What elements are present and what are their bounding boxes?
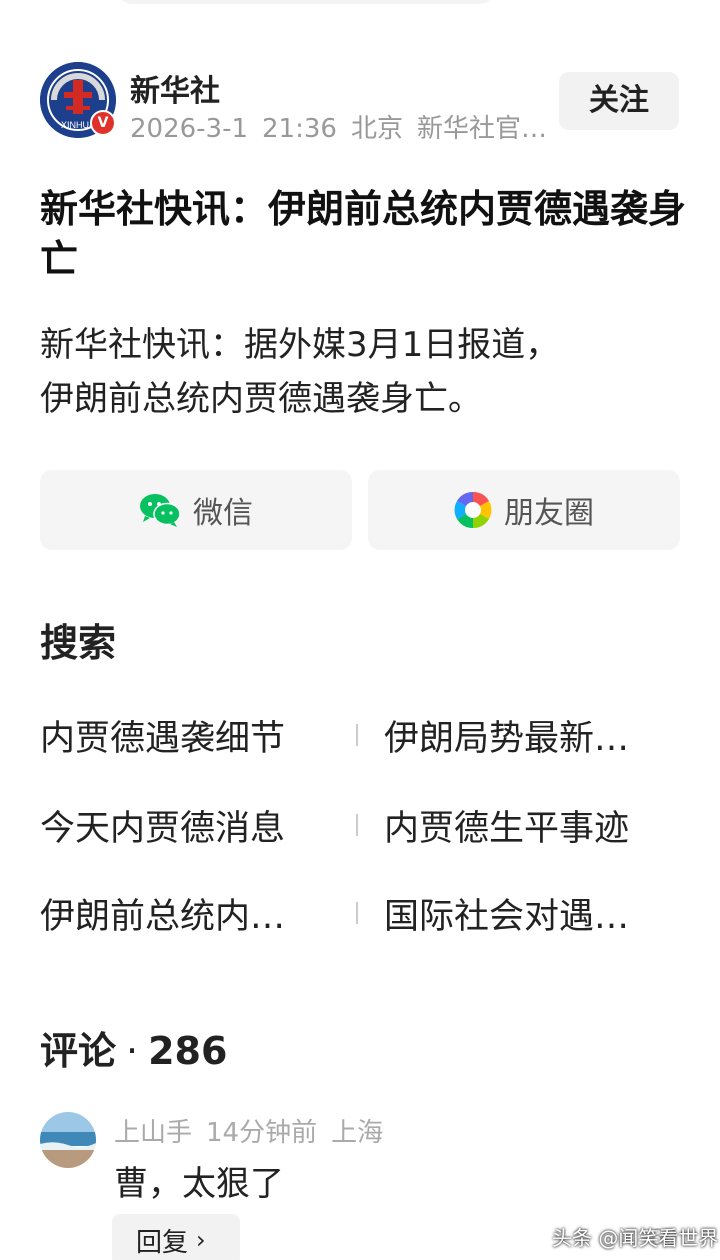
search-suggestion[interactable]: 伊朗局势最新… <box>384 710 670 761</box>
publish-time: 21:36 <box>262 114 337 144</box>
follow-button[interactable]: 关注 <box>559 72 679 130</box>
watermark: 头条 @闻笑看世界 <box>552 1226 719 1250</box>
commenter-avatar[interactable] <box>40 1112 96 1168</box>
comment-text: 曹，太狠了 <box>114 1164 284 1204</box>
article-title: 新华社快讯：伊朗前总统内贾德遇袭身亡 <box>40 187 687 281</box>
article-body-line: 伊朗前总统内贾德遇袭身亡。 <box>40 379 482 419</box>
search-suggestion[interactable]: 内贾德遇袭细节 <box>40 710 326 761</box>
comments-title: 评论 <box>40 1029 117 1073</box>
share-wechat-label: 微信 <box>193 496 253 531</box>
comments-separator: · <box>126 1029 139 1073</box>
search-bar-remnant[interactable] <box>118 0 494 4</box>
search-suggestion[interactable]: 内贾德生平事迹 <box>384 800 670 851</box>
commenter-name[interactable]: 上山手 <box>114 1118 192 1148</box>
author-name[interactable]: 新华社 <box>130 66 220 110</box>
share-wechat-button[interactable]: 微信 <box>40 470 352 550</box>
comments-heading: 评论 · 286 <box>40 1020 227 1075</box>
search-section-heading: 搜索 <box>40 621 117 665</box>
publish-source: 新华社官… <box>416 114 547 144</box>
article-body-line: 新华社快讯：据外媒3月1日报道， <box>40 325 560 365</box>
search-suggestion[interactable]: 今天内贾德消息 <box>40 800 326 851</box>
share-moments-button[interactable]: 朋友圈 <box>368 470 680 550</box>
share-moments-label: 朋友圈 <box>504 496 594 531</box>
comment-meta: 上山手 14分钟前 上海 <box>114 1112 397 1149</box>
author-header: XINHUA 新华社 2026-3-1 21:36 北京 新华社官… 关注 <box>40 60 680 144</box>
verified-badge-icon: V <box>90 110 116 136</box>
reply-button[interactable]: 回复 › <box>112 1214 240 1260</box>
article-body: 新华社快讯：据外媒3月1日报道， 伊朗前总统内贾德遇袭身亡。 <box>40 318 680 426</box>
publish-meta: 2026-3-1 21:36 北京 新华社官… <box>130 108 550 145</box>
search-divider <box>356 902 358 924</box>
search-suggestion[interactable]: 国际社会对遇… <box>384 888 670 939</box>
comments-count: 286 <box>148 1029 228 1073</box>
beach-avatar-image <box>40 1112 96 1168</box>
chevron-right-icon: › <box>196 1226 206 1254</box>
wechat-icon <box>140 494 181 527</box>
moments-icon <box>454 491 492 529</box>
comment-location: 上海 <box>331 1118 384 1148</box>
search-divider <box>356 814 358 836</box>
search-divider <box>356 724 358 746</box>
search-suggestion[interactable]: 伊朗前总统内… <box>40 888 326 939</box>
publish-location: 北京 <box>350 114 403 144</box>
publish-date: 2026-3-1 <box>130 114 249 144</box>
comment-time: 14分钟前 <box>206 1118 318 1148</box>
reply-label: 回复 <box>136 1227 189 1258</box>
